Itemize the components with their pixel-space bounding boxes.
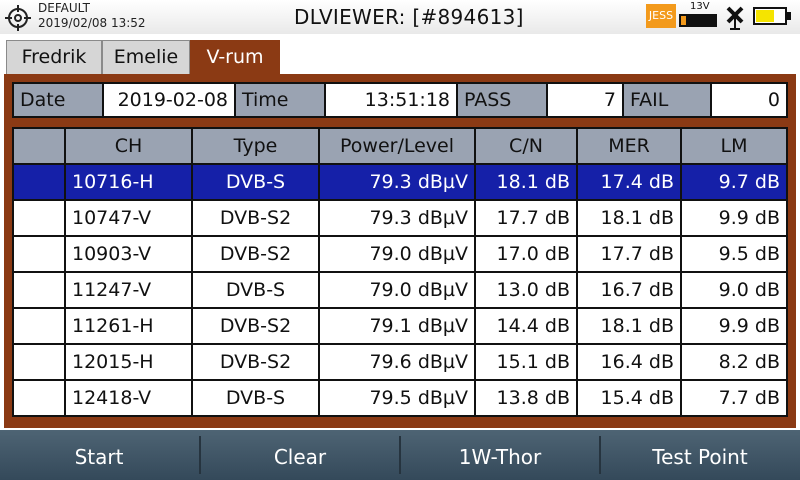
cn-cell: 18.1 dB [476,165,576,199]
mer-cell: 17.7 dB [578,237,680,271]
softkey-bar: Start Clear 1W-Thor Test Point [0,430,800,480]
column-header-mer[interactable]: MER [578,129,680,163]
lm-cell: 9.9 dB [682,201,786,235]
pass-value: 7 [548,84,622,116]
type-cell: DVB-S [193,273,318,307]
column-header-power[interactable]: Power/Level [320,129,474,163]
power-cell: 79.5 dBµV [320,381,474,415]
measurement-table: CH Type Power/Level C/N MER LM 10716-H D… [12,127,788,417]
type-cell: DVB-S [193,381,318,415]
row-select-cell[interactable] [14,237,64,271]
power-cell: 79.0 dBµV [320,237,474,271]
pass-label: PASS [458,84,546,116]
table-row[interactable]: 11261-H DVB-S2 79.1 dBµV 14.4 dB 18.1 dB… [14,309,786,343]
page-title: DLVIEWER: [#894613] [294,5,524,29]
table-header-row: CH Type Power/Level C/N MER LM [14,129,786,163]
summary-bar: Date 2019-02-08 Time 13:51:18 PASS 7 FAI… [12,82,788,118]
satellite-icon [726,6,744,30]
cn-cell: 17.0 dB [476,237,576,271]
ch-cell: 12015-H [66,345,191,379]
ch-cell: 11261-H [66,309,191,343]
power-cell: 79.6 dBµV [320,345,474,379]
status-bar: DEFAULT 2019/02/08 13:52 DLVIEWER: [#894… [0,0,800,35]
lm-cell: 9.9 dB [682,309,786,343]
ch-cell: 10903-V [66,237,191,271]
satellite-select-button[interactable]: 1W-Thor [401,434,599,476]
row-select-cell[interactable] [14,345,64,379]
cn-cell: 17.7 dB [476,201,576,235]
column-header-ch[interactable]: CH [66,129,191,163]
row-select-cell[interactable] [14,273,64,307]
table-row[interactable]: 11247-V DVB-S 79.0 dBµV 13.0 dB 16.7 dB … [14,273,786,307]
profile-name: DEFAULT [38,1,90,15]
table-row[interactable]: 10716-H DVB-S 79.3 dBµV 18.1 dB 17.4 dB … [14,165,786,199]
mer-cell: 17.4 dB [578,165,680,199]
power-cell: 79.3 dBµV [320,165,474,199]
jess-badge: JESS [646,4,676,28]
battery-icon [753,7,787,25]
fail-value: 0 [712,84,786,116]
ch-cell: 10716-H [66,165,191,199]
type-cell: DVB-S [193,165,318,199]
lm-cell: 9.7 dB [682,165,786,199]
tab-v-rum[interactable]: V-rum [190,40,280,74]
mer-cell: 15.4 dB [578,381,680,415]
status-datetime: 2019/02/08 13:52 [38,16,146,30]
mer-cell: 18.1 dB [578,201,680,235]
cn-cell: 15.1 dB [476,345,576,379]
start-button[interactable]: Start [0,434,198,476]
row-select-cell[interactable] [14,381,64,415]
type-cell: DVB-S2 [193,201,318,235]
lm-cell: 7.7 dB [682,381,786,415]
row-select-cell[interactable] [14,309,64,343]
voltage-bar-fill [681,16,686,25]
column-header-type[interactable]: Type [193,129,318,163]
table-row[interactable]: 12015-H DVB-S2 79.6 dBµV 15.1 dB 16.4 dB… [14,345,786,379]
mer-cell: 18.1 dB [578,309,680,343]
table-row[interactable]: 12418-V DVB-S 79.5 dBµV 13.8 dB 15.4 dB … [14,381,786,415]
column-header-cn[interactable]: C/N [476,129,576,163]
lm-cell: 9.0 dB [682,273,786,307]
ch-cell: 11247-V [66,273,191,307]
table-row[interactable]: 10747-V DVB-S2 79.3 dBµV 17.7 dB 18.1 dB… [14,201,786,235]
lm-cell: 9.5 dB [682,237,786,271]
tab-emelie[interactable]: Emelie [102,40,190,74]
ch-cell: 10747-V [66,201,191,235]
mer-cell: 16.4 dB [578,345,680,379]
date-value: 2019-02-08 [104,84,234,116]
mer-cell: 16.7 dB [578,273,680,307]
clear-button[interactable]: Clear [201,434,399,476]
voltage-label: 13V [690,1,710,12]
power-cell: 79.3 dBµV [320,201,474,235]
fail-label: FAIL [624,84,710,116]
time-value: 13:51:18 [326,84,456,116]
row-select-cell[interactable] [14,165,64,199]
cn-cell: 13.8 dB [476,381,576,415]
cn-cell: 13.0 dB [476,273,576,307]
tab-fredrik[interactable]: Fredrik [6,40,102,74]
date-label: Date [14,84,102,116]
column-header-select [14,129,64,163]
test-point-button[interactable]: Test Point [601,434,799,476]
cn-cell: 14.4 dB [476,309,576,343]
row-select-cell[interactable] [14,201,64,235]
battery-level-fill [756,10,774,22]
type-cell: DVB-S2 [193,345,318,379]
battery-tip [787,12,791,20]
type-cell: DVB-S2 [193,237,318,271]
power-cell: 79.0 dBµV [320,273,474,307]
table-row[interactable]: 10903-V DVB-S2 79.0 dBµV 17.0 dB 17.7 dB… [14,237,786,271]
power-cell: 79.1 dBµV [320,309,474,343]
voltage-bar [679,14,717,27]
time-label: Time [236,84,324,116]
type-cell: DVB-S2 [193,309,318,343]
crosshair-icon [5,5,31,31]
column-header-lm[interactable]: LM [682,129,786,163]
lm-cell: 8.2 dB [682,345,786,379]
ch-cell: 12418-V [66,381,191,415]
